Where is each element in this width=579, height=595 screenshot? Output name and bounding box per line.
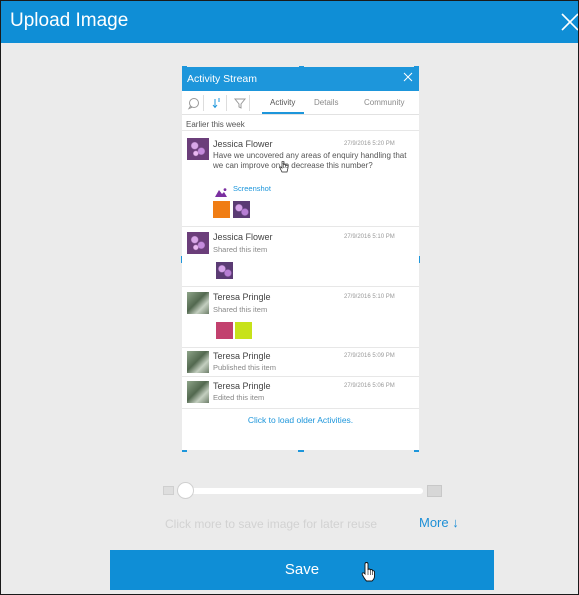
activity-author: Teresa Pringle — [213, 381, 271, 391]
more-label: More — [419, 515, 449, 530]
activity-timestamp: 27/9/2016 5:10 PM — [344, 294, 395, 300]
zoom-out-icon[interactable] — [163, 486, 174, 495]
avatar — [187, 351, 209, 373]
attachment-thumbnail — [216, 262, 233, 279]
avatar — [187, 138, 209, 160]
activity-timestamp: 27/9/2016 5:06 PM — [344, 383, 395, 389]
active-tab-indicator — [262, 112, 304, 114]
avatar — [187, 292, 209, 314]
tab-community: Community — [364, 98, 405, 107]
activity-subtext: Shared this item — [213, 245, 268, 254]
activity-subtext: Published this item — [213, 363, 276, 372]
upload-image-dialog: Upload Image Activity Stream Activity De… — [0, 0, 579, 595]
divider — [182, 286, 419, 287]
preview-header: Activity Stream — [182, 67, 419, 91]
dialog-header: Upload Image — [1, 1, 579, 43]
activity-author: Jessica Flower — [213, 139, 273, 149]
activity-timestamp: 27/9/2016 5:20 PM — [344, 141, 395, 147]
attachment-thumbnail — [233, 201, 250, 218]
tab-activity: Activity — [270, 98, 296, 107]
save-hint-text: Click more to save image for later reuse — [165, 517, 378, 531]
attachment-thumbnail — [213, 201, 230, 218]
avatar — [187, 381, 209, 403]
activity-message: Have we uncovered any areas of enquiry h… — [213, 151, 407, 170]
divider — [182, 130, 419, 131]
preview-title: Activity Stream — [187, 73, 258, 85]
image-preview: Activity Stream Activity Details Communi… — [182, 67, 419, 450]
tab-details: Details — [314, 98, 339, 107]
divider — [182, 376, 419, 377]
activity-subtext: Edited this item — [213, 393, 265, 402]
screenshot-link: Screenshot — [233, 184, 271, 193]
activity-subtext: Shared this item — [213, 305, 268, 314]
section-label: Earlier this week — [186, 120, 245, 129]
more-link[interactable]: More ↓ — [419, 515, 459, 530]
hand-cursor-icon — [361, 562, 375, 582]
zoom-slider-track[interactable] — [179, 488, 423, 494]
filter-icon — [230, 95, 250, 111]
dialog-title: Upload Image — [10, 10, 129, 31]
attachment-thumbnail — [216, 322, 233, 339]
activity-timestamp: 27/9/2016 5:10 PM — [344, 234, 395, 240]
divider — [182, 226, 419, 227]
load-older-activities-link: Click to load older Activities. — [247, 415, 354, 425]
activity-timestamp: 27/9/2016 5:09 PM — [344, 353, 395, 359]
attachment-thumbnail — [235, 322, 252, 339]
activity-author: Jessica Flower — [213, 232, 273, 242]
activity-author: Teresa Pringle — [213, 351, 271, 361]
close-icon[interactable] — [560, 10, 579, 32]
divider — [182, 408, 419, 409]
activity-author: Teresa Pringle — [213, 292, 271, 302]
zoom-in-icon[interactable] — [427, 485, 442, 497]
comment-icon — [184, 95, 204, 111]
save-button[interactable]: Save — [110, 550, 494, 590]
divider — [182, 347, 419, 348]
zoom-slider-handle[interactable] — [177, 482, 194, 499]
arrow-down-icon: ↓ — [452, 515, 459, 530]
image-icon — [215, 184, 227, 197]
preview-close-icon — [403, 71, 413, 85]
avatar — [187, 232, 209, 254]
sort-icon — [207, 95, 227, 111]
